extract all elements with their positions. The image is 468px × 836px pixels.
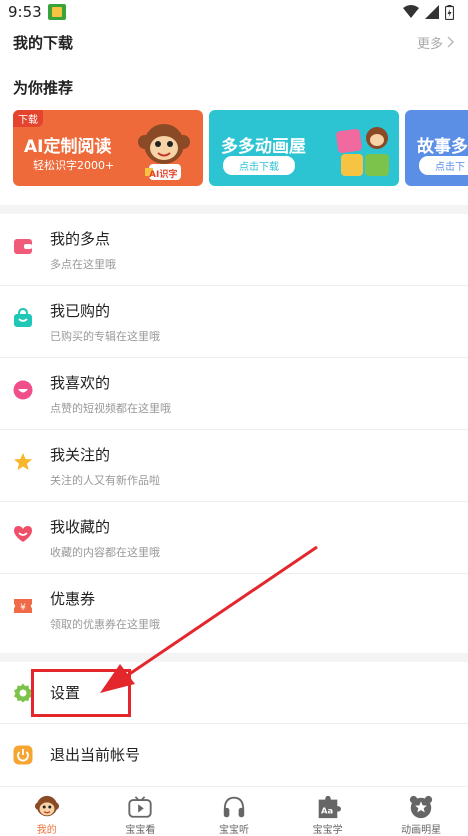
nav-tab-mine[interactable]: 我的	[0, 787, 94, 836]
nav-tab-stars[interactable]: 动画明星	[374, 787, 468, 836]
puzzle-icon: Aa	[318, 795, 341, 819]
nav-label: 宝宝看	[125, 825, 156, 836]
nav-label: 宝宝听	[218, 825, 249, 836]
monkey-icon	[34, 795, 59, 817]
nav-label: 动画明星	[401, 825, 442, 836]
annotation-arrow	[100, 545, 318, 693]
nav-tab-watch[interactable]: 宝宝看	[94, 787, 188, 836]
bear-star-icon	[410, 795, 433, 819]
nav-label: 我的	[36, 825, 57, 836]
nav-tab-learn[interactable]: Aa 宝宝学	[281, 787, 375, 836]
nav-label: 宝宝学	[312, 825, 343, 836]
headphones-icon	[223, 796, 245, 818]
svg-text:Aa: Aa	[321, 806, 333, 816]
nav-tab-listen[interactable]: 宝宝听	[187, 787, 281, 836]
bottom-nav: 我的 宝宝看 宝宝听 Aa 宝宝学 动画明星	[0, 786, 468, 836]
play-icon	[128, 796, 152, 818]
